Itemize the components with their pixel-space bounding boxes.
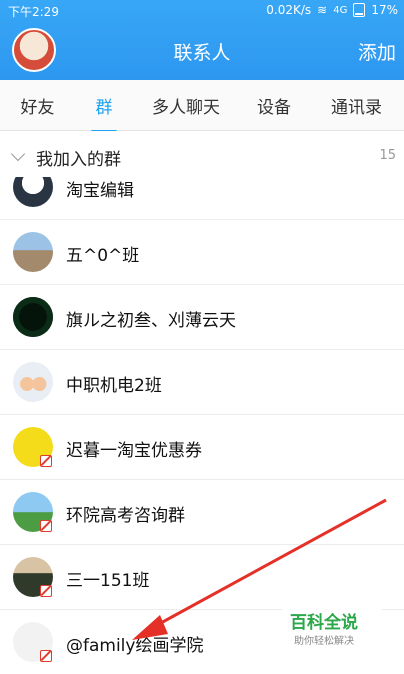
status-bar: 下午2:29 0.02K/s ≋ 4G 17% <box>0 0 404 22</box>
group-avatar <box>13 177 53 207</box>
tab-devices[interactable]: 设备 <box>239 93 309 118</box>
group-count: 15 <box>379 148 396 163</box>
mute-icon <box>40 520 52 532</box>
group-name: 旗ル之初叁、刈薄云天 <box>66 311 236 331</box>
net-speed: 0.02K/s <box>266 3 312 17</box>
watermark-title: 百科全说 <box>290 613 358 633</box>
app-header: 下午2:29 0.02K/s ≋ 4G 17% 联系人 添加 <box>0 0 404 80</box>
group-name: 三一151班 <box>66 571 150 591</box>
battery-percent: 17% <box>371 3 398 17</box>
mute-icon <box>40 650 52 662</box>
chevron-down-icon <box>10 146 26 162</box>
joined-groups-header[interactable]: 我加入的群 15 <box>0 131 404 177</box>
list-item[interactable]: 环院高考咨询群 <box>0 480 404 545</box>
tab-groups[interactable]: 群 <box>75 93 133 118</box>
section-label: 我加入的群 <box>36 150 121 170</box>
watermark-subtitle: 助你轻松解决 <box>294 636 354 647</box>
mute-icon <box>40 585 52 597</box>
list-item[interactable]: 三一151班 <box>0 545 404 610</box>
group-list[interactable]: 淘宝编辑 五^0^班 旗ル之初叁、刈薄云天 中职机电2班 迟暮一淘宝优惠券 环院… <box>0 177 404 674</box>
group-avatar <box>13 362 53 402</box>
list-item[interactable]: 旗ル之初叁、刈薄云天 <box>0 285 404 350</box>
tab-multi-chat[interactable]: 多人聊天 <box>133 93 239 118</box>
group-avatar <box>13 297 53 337</box>
add-button[interactable]: 添加 <box>358 38 396 65</box>
group-name: @family绘画学院 <box>66 636 204 656</box>
group-name: 环院高考咨询群 <box>66 506 185 526</box>
wifi-icon: ≋ <box>317 3 328 17</box>
group-name: 淘宝编辑 <box>66 181 134 201</box>
group-avatar <box>13 232 53 272</box>
tab-address-book[interactable]: 通讯录 <box>309 93 404 118</box>
list-item[interactable]: 中职机电2班 <box>0 350 404 415</box>
network-type: 4G <box>333 4 348 16</box>
mute-icon <box>40 455 52 467</box>
tab-friends[interactable]: 好友 <box>0 93 75 118</box>
group-name: 中职机电2班 <box>66 376 162 396</box>
list-item[interactable]: 淘宝编辑 <box>0 177 404 220</box>
page-title: 联系人 <box>173 42 231 64</box>
contact-tabs: 好友 群 多人聊天 设备 通讯录 <box>0 80 404 131</box>
battery-icon <box>353 3 366 17</box>
group-name: 五^0^班 <box>66 246 140 266</box>
status-right: 0.02K/s ≋ 4G 17% <box>266 3 398 17</box>
title-bar: 联系人 添加 <box>0 22 404 80</box>
list-item[interactable]: 迟暮一淘宝优惠券 <box>0 415 404 480</box>
watermark: 百科全说 助你轻松解决 <box>282 604 382 654</box>
list-item[interactable]: 五^0^班 <box>0 220 404 285</box>
status-time: 下午2:29 <box>8 5 59 19</box>
group-name: 迟暮一淘宝优惠券 <box>66 441 202 461</box>
